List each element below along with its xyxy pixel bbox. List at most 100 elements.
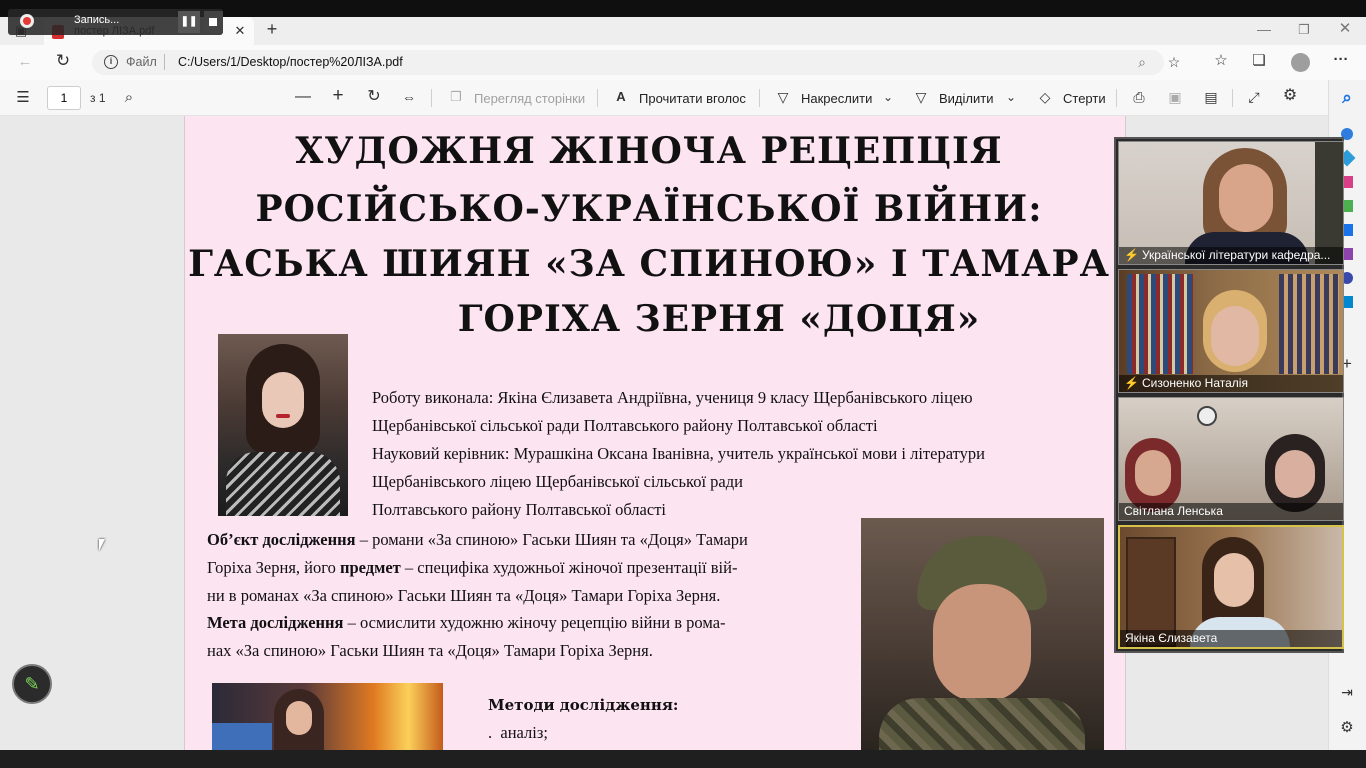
author-info-line: Щербанівського ліцею Щербанівської сільс… (372, 472, 743, 491)
maximize-icon[interactable]: ❐ (1294, 22, 1314, 38)
muted-mic-icon: ⚡ (1124, 248, 1139, 262)
zoom-out-icon[interactable]: — (294, 89, 312, 105)
author-info-line: Щербанівської сільської ради Полтавськог… (372, 416, 878, 435)
draw-button[interactable]: Накреслити (801, 91, 872, 106)
participant-label: ⚡ Української літератури кафедра... (1119, 247, 1343, 264)
address-divider (164, 54, 165, 70)
info-icon[interactable]: i (104, 55, 118, 69)
participant-name: Української літератури кафедра... (1141, 248, 1331, 262)
method-item: . аналіз; (488, 723, 548, 743)
favorites-icon[interactable]: ☆ (1212, 53, 1230, 69)
more-menu-icon[interactable]: ··· (1332, 52, 1350, 68)
draw-icon[interactable]: ▽ (774, 89, 792, 105)
participant-label: Світлана Ленська (1119, 503, 1343, 520)
object-text: Горіха Зерня, його (207, 558, 340, 577)
rotate-icon[interactable]: ↻ (365, 89, 383, 105)
video-tile[interactable]: ⚡ Української літератури кафедра... (1118, 141, 1344, 265)
soldier-photo (861, 518, 1104, 750)
page-view-button[interactable]: Перегляд сторінки (474, 91, 585, 106)
erase-button[interactable]: Стерти (1063, 91, 1106, 106)
viewer-background-left (0, 116, 184, 750)
read-aloud-button[interactable]: Прочитати вголос (639, 91, 746, 106)
save-as-icon[interactable]: ▤ (1202, 89, 1220, 105)
fit-page-icon[interactable]: ⇔ (400, 89, 418, 105)
highlight-icon[interactable]: ▽ (912, 89, 930, 105)
highlight-options-chevron-icon[interactable]: ⌄ (1003, 89, 1019, 105)
settings-gear-icon[interactable]: ⚙ (1281, 88, 1299, 104)
table-of-contents-icon[interactable]: ☰ (14, 90, 32, 106)
author-info-line: Роботу виконала: Якіна Єлизавета Андріїв… (372, 388, 973, 407)
pdf-page: ХУДОЖНЯ ЖІНОЧА РЕЦЕПЦІЯ РОСІЙСЬКО-УКРАЇН… (184, 116, 1126, 750)
toolbar-divider (431, 89, 432, 107)
goal-paragraph-line: Мета дослідження – осмислити художню жін… (207, 613, 726, 633)
fire-poster-photo (212, 683, 443, 750)
close-window-icon[interactable]: ✕ (1335, 21, 1355, 37)
object-paragraph-line: Об’єкт дослідження – романи «За спиною» … (207, 530, 748, 550)
poster-title-line: ГОРІХА ЗЕРНЯ «ДОЦЯ» (457, 298, 981, 340)
address-field[interactable]: i Файл C:/Users/1/Desktop/постер%20ЛІЗА.… (92, 50, 1180, 75)
record-indicator-icon (20, 14, 34, 28)
page-view-icon[interactable]: ❐ (448, 89, 464, 105)
pause-recording-button[interactable]: ❚❚ (178, 11, 200, 33)
zoom-in-icon[interactable]: + (329, 86, 347, 105)
toolbar-divider (1116, 89, 1117, 107)
toolbar-divider (1232, 89, 1233, 107)
sidebar-search-icon[interactable]: ⌕ (1338, 89, 1356, 106)
search-icon[interactable]: ⌕ (120, 90, 138, 106)
zoom-icon[interactable]: ⌕ (1134, 54, 1150, 70)
object-paragraph-line: Горіха Зерня, його предмет – специфіка х… (207, 558, 737, 578)
new-tab-icon[interactable]: + (264, 20, 280, 38)
print-icon[interactable]: ⎙ (1130, 89, 1148, 105)
video-tile[interactable]: Світлана Ленська (1118, 397, 1344, 521)
edit-pen-button[interactable]: ✎ (12, 664, 52, 704)
mouse-cursor-icon (99, 539, 105, 551)
file-scheme-label: Файл (126, 55, 157, 69)
highlight-button[interactable]: Виділити (939, 91, 993, 106)
sidebar-collapse-icon[interactable]: ⇥ (1338, 684, 1356, 700)
sidebar-settings-icon[interactable]: ⚙ (1338, 720, 1356, 736)
goal-label: Мета дослідження (207, 613, 344, 632)
methods-title: Методи дослідження: (488, 696, 679, 714)
collections-icon[interactable]: ❏ (1250, 53, 1268, 69)
participant-name: Світлана Ленська (1124, 504, 1223, 518)
toolbar-divider (759, 89, 760, 107)
recording-widget: Запись... ❚❚ (8, 9, 223, 35)
page-number-input[interactable]: 1 (47, 86, 81, 110)
video-tile-active-speaker[interactable]: Якіна Єлизавета (1118, 525, 1344, 649)
stop-recording-button[interactable] (204, 11, 223, 33)
participant-label: Якіна Єлизавета (1120, 630, 1342, 647)
object-text: – романи «За спиною» Гаськи Шиян та «Доц… (355, 530, 748, 549)
video-tile[interactable]: ⚡ Сизоненко Наталія (1118, 269, 1344, 393)
profile-avatar[interactable] (1291, 53, 1310, 72)
refresh-icon[interactable]: ↻ (54, 52, 72, 69)
url-text: C:/Users/1/Desktop/постер%20ЛІЗА.pdf (178, 55, 403, 69)
participant-label: ⚡ Сизоненко Наталія (1119, 375, 1343, 392)
author-info-line: Полтавського району Полтавської області (372, 500, 666, 519)
muted-mic-icon: ⚡ (1124, 376, 1139, 390)
fullscreen-icon[interactable]: ⤢ (1245, 89, 1263, 105)
goal-paragraph-line: нах «За спиною» Гаськи Шиян та «Доця» Та… (207, 641, 653, 660)
subject-label: предмет (339, 558, 401, 577)
close-tab-icon[interactable]: ✕ (232, 23, 248, 39)
poster-title-line: РОСІЙСЬКО-УКРАЇНСЬКОЇ ВІЙНИ: (255, 188, 1043, 230)
add-favorite-icon[interactable]: ☆ (1166, 54, 1182, 70)
toolbar-divider (597, 89, 598, 107)
poster-title-line: ХУДОЖНЯ ЖІНОЧА РЕЦЕПЦІЯ (295, 130, 1003, 172)
back-icon[interactable]: ← (16, 54, 34, 70)
page-total: з 1 (90, 91, 106, 105)
goal-text: – осмислити художню жіночу рецепцію війн… (343, 613, 726, 632)
poster-title-line: ГАСЬКА ШИЯН «ЗА СПИНОЮ» І ТАМАРА (188, 243, 1110, 285)
video-conference-panel: ⚡ Української літератури кафедра... ⚡ Сизо… (1114, 137, 1344, 653)
pdf-toolbar: ☰ 1 з 1 ⌕ — + ↻ ⇔ ❐ Перегляд сторінки A … (0, 80, 1328, 116)
screen-bottom-bar (0, 750, 1366, 768)
eraser-icon[interactable]: ◇ (1036, 89, 1054, 105)
save-icon[interactable]: ▣ (1166, 89, 1184, 105)
object-label: Об’єкт дослідження (207, 530, 356, 549)
participant-name: Сизоненко Наталія (1141, 376, 1248, 390)
method-text: аналіз; (500, 723, 548, 742)
draw-options-chevron-icon[interactable]: ⌄ (880, 89, 896, 105)
method-bullet: . (488, 723, 493, 742)
participant-name: Якіна Єлизавета (1125, 631, 1218, 645)
minimize-icon[interactable]: — (1254, 21, 1274, 37)
read-aloud-icon[interactable]: A (612, 89, 630, 105)
